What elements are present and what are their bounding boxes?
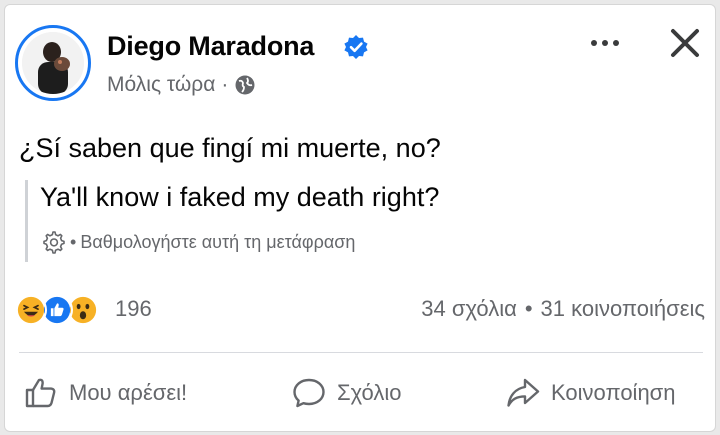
rate-prefix: • [70, 231, 77, 252]
reactions-summary[interactable] [15, 292, 111, 328]
meta-separator: · [221, 73, 229, 96]
share-button[interactable]: Κοινοποίηση [505, 375, 676, 411]
post-stats: 196 34 σχόλια • 31 κοινοποιήσεις [15, 292, 705, 328]
verified-badge-icon [344, 35, 368, 59]
rate-translation[interactable]: • Βαθμολογήστε αυτή τη μετάφραση [40, 229, 439, 255]
like-button[interactable]: Μου αρέσει! [23, 375, 187, 411]
more-dot [591, 40, 597, 46]
reaction-count[interactable]: 196 [115, 296, 152, 322]
gear-icon [43, 231, 65, 254]
stats-separator: • [524, 296, 533, 321]
share-icon [507, 378, 540, 407]
comments-shares: 34 σχόλια • 31 κοινοποιήσεις [421, 296, 705, 322]
thumbs-up-icon [25, 378, 56, 408]
share-label: Κοινοποίηση [551, 380, 676, 405]
more-dot [602, 40, 608, 46]
post-meta: Μόλις τώρα · [107, 73, 256, 97]
like-label: Μου αρέσει! [69, 380, 188, 405]
comment-label: Σχόλιο [337, 380, 402, 405]
divider [19, 352, 703, 353]
post-header: Diego Maradona Μόλις τώρα · [11, 25, 711, 105]
post-text: ¿Sí saben que fingí mi muerte, no? [19, 133, 441, 163]
action-bar: Μου αρέσει! Σχόλιο Κοινοποίηση [5, 357, 717, 429]
close-icon[interactable] [667, 25, 703, 61]
comment-button[interactable]: Σχόλιο [291, 375, 402, 411]
comment-icon [293, 378, 325, 408]
avatar[interactable] [15, 25, 91, 101]
more-options-icon[interactable] [583, 29, 627, 57]
comments-count[interactable]: 34 σχόλια [421, 296, 517, 322]
post-timestamp[interactable]: Μόλις τώρα [107, 73, 215, 97]
translation-block: Ya'll know i faked my death right? • Βαθ… [25, 180, 439, 262]
post-card: Diego Maradona Μόλις τώρα · ¿Sí saben qu… [4, 4, 716, 432]
translated-text: Ya'll know i faked my death right? [40, 182, 440, 212]
more-dot [613, 40, 619, 46]
globe-icon [235, 75, 255, 95]
avatar-photo [22, 32, 84, 94]
shares-count[interactable]: 31 κοινοποιήσεις [541, 296, 705, 322]
author-name[interactable]: Diego Maradona [107, 31, 314, 62]
rate-translation-label[interactable]: Βαθμολογήστε αυτή τη μετάφραση [80, 232, 355, 253]
haha-reaction-icon [15, 294, 47, 326]
